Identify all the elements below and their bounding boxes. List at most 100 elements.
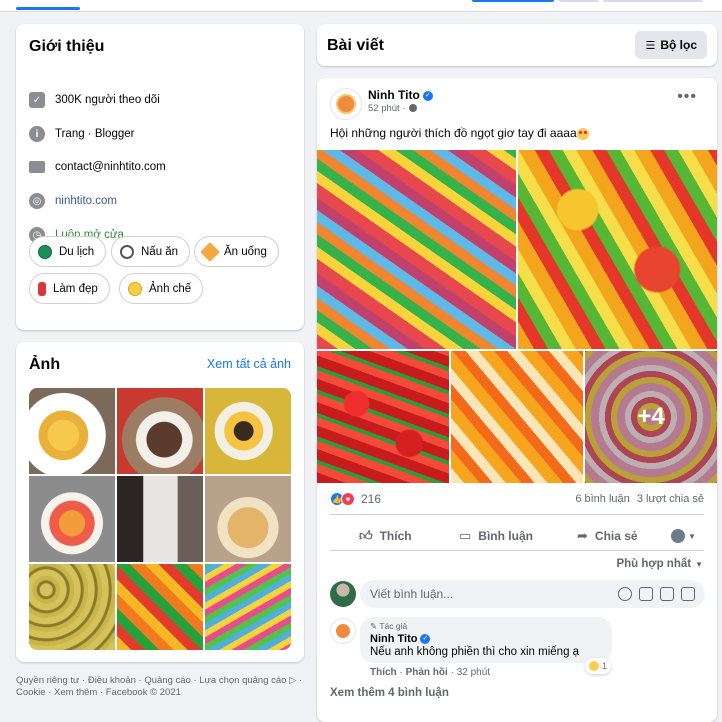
photo-thumb[interactable] bbox=[117, 388, 203, 474]
photo-thumb[interactable] bbox=[29, 476, 115, 562]
comment-reaction-count: 1 bbox=[602, 661, 608, 671]
reaction-summary[interactable]: 👍 ♥ 216 bbox=[330, 492, 381, 506]
comment-input[interactable]: Viết bình luận... bbox=[360, 580, 705, 608]
like-button[interactable]: 👍︎ Thích bbox=[359, 525, 412, 547]
author-tag-text: Tác giả bbox=[379, 621, 408, 631]
comment-author-name[interactable]: Ninh Tito bbox=[370, 633, 417, 645]
laugh-emoji-icon bbox=[128, 281, 142, 296]
comment-button[interactable]: ▭ Bình luận bbox=[459, 525, 533, 547]
post-as-selector[interactable]: ▼ bbox=[671, 525, 696, 547]
filter-button[interactable]: ☰ Bộ lọc bbox=[635, 31, 707, 59]
followers-row: ✓ 300K người theo dõi bbox=[29, 91, 160, 109]
comment-sort-dropdown[interactable]: Phù hợp nhất ▼ bbox=[616, 558, 703, 570]
mail-icon bbox=[29, 161, 45, 173]
sort-label: Phù hợp nhất bbox=[616, 558, 692, 570]
camera-icon[interactable] bbox=[639, 587, 653, 601]
primary-action-button[interactable] bbox=[472, 0, 554, 2]
active-tab-indicator bbox=[16, 7, 80, 10]
photo-thumb[interactable] bbox=[205, 388, 291, 474]
pizza-icon bbox=[200, 241, 220, 262]
divider bbox=[330, 550, 704, 551]
comment-text: Nếu anh không phiền thì cho xin miếng ạ bbox=[370, 646, 580, 658]
gif-icon[interactable] bbox=[660, 587, 674, 601]
search-icon bbox=[120, 244, 134, 259]
chip-beauty[interactable]: Làm đẹp bbox=[29, 273, 110, 304]
share-button[interactable]: ➦ Chia sẻ bbox=[577, 525, 638, 547]
photo-thumb[interactable] bbox=[29, 564, 115, 650]
photo-thumb[interactable] bbox=[205, 564, 291, 650]
website-link[interactable]: ninhtito.com bbox=[55, 195, 117, 207]
lipstick-icon bbox=[38, 281, 46, 296]
comment-actions: Thích · Phản hồi · 32 phút bbox=[370, 667, 491, 678]
category-text: Trang · Blogger bbox=[55, 128, 135, 140]
comment-tools bbox=[618, 587, 695, 601]
photo-thumb[interactable] bbox=[117, 564, 203, 650]
divider bbox=[330, 514, 704, 515]
author-name[interactable]: Ninh Tito bbox=[368, 88, 420, 102]
globe-icon: ◎ bbox=[29, 193, 45, 209]
author-tag: ✎ Tác giả bbox=[370, 621, 408, 631]
email-text[interactable]: contact@ninhtito.com bbox=[55, 161, 166, 173]
see-more-comments-link[interactable]: Xem thêm 4 bình luận bbox=[330, 687, 449, 699]
sticker-icon[interactable] bbox=[681, 587, 695, 601]
haha-reaction-icon bbox=[589, 661, 599, 671]
website-row: ◎ ninhtito.com bbox=[29, 192, 117, 210]
post-time[interactable]: 52 phút · bbox=[368, 103, 417, 114]
photo-thumb[interactable] bbox=[205, 476, 291, 562]
current-user-avatar[interactable] bbox=[330, 581, 356, 607]
comment-reply-link[interactable]: Phản hồi bbox=[406, 667, 448, 678]
share-arrow-icon: ➦ bbox=[577, 528, 588, 543]
comment-count[interactable]: 6 bình luận bbox=[575, 493, 629, 505]
chip-travel[interactable]: Du lịch bbox=[29, 236, 107, 267]
chip-memes[interactable]: Ảnh chế bbox=[119, 273, 204, 304]
travel-icon bbox=[38, 244, 52, 259]
intro-title: Giới thiệu bbox=[29, 38, 105, 55]
heart-eyes-emoji-icon bbox=[576, 127, 589, 140]
comment-time[interactable]: 32 phút bbox=[457, 667, 490, 678]
comment-author[interactable]: Ninh Tito ✓ bbox=[370, 633, 602, 645]
post-photo-gummy-bears[interactable] bbox=[518, 150, 717, 349]
post-photo-candy-corn[interactable] bbox=[451, 351, 583, 483]
chip-label: Ảnh chế bbox=[149, 282, 192, 295]
time-text[interactable]: 52 phút · bbox=[368, 103, 406, 114]
reply-author-avatar[interactable] bbox=[330, 618, 356, 644]
photo-thumb[interactable] bbox=[29, 388, 115, 474]
email-row: contact@ninhtito.com bbox=[29, 158, 166, 176]
check-icon: ✓ bbox=[29, 92, 45, 108]
emoji-icon[interactable] bbox=[618, 587, 632, 601]
footer-line[interactable]: Quyền riêng tư · Điều khoản · Quảng cáo … bbox=[16, 675, 306, 687]
post-card: Ninh Tito ✓ 52 phút · ••• Hội những người… bbox=[317, 78, 717, 722]
photo-thumb[interactable] bbox=[117, 476, 203, 562]
post-author[interactable]: Ninh Tito ✓ bbox=[368, 88, 433, 102]
posts-header-card: Bài viết ☰ Bộ lọc bbox=[317, 24, 717, 66]
more-options-icon[interactable]: ••• bbox=[677, 89, 697, 105]
chevron-down-icon: ▼ bbox=[688, 531, 696, 541]
filter-sliders-icon: ☰ bbox=[645, 39, 656, 52]
tertiary-action-button[interactable] bbox=[603, 0, 703, 2]
post-text: Hội những người thích đồ ngọt giơ tay đi… bbox=[330, 126, 589, 140]
chip-cooking[interactable]: Nấu ăn bbox=[111, 236, 191, 267]
secondary-action-button[interactable] bbox=[559, 0, 599, 2]
post-photo-lollipops[interactable]: +4 bbox=[585, 351, 717, 483]
chip-eating[interactable]: Ăn uống bbox=[194, 236, 279, 267]
post-photo-cherries[interactable] bbox=[317, 351, 449, 483]
post-photo-jelly-slices[interactable] bbox=[317, 150, 516, 349]
top-nav-bar bbox=[0, 0, 722, 12]
comment-like-link[interactable]: Thích bbox=[370, 667, 397, 678]
caret-down-icon: ▼ bbox=[695, 560, 703, 569]
comment-bubble-icon: ▭ bbox=[459, 528, 472, 543]
comment-label: Bình luận bbox=[478, 529, 533, 543]
see-all-photos-link[interactable]: Xem tất cả ảnh bbox=[207, 357, 291, 371]
footer-line[interactable]: Cookie · Xem thêm · Facebook © 2021 bbox=[16, 687, 306, 699]
reaction-count[interactable]: 216 bbox=[361, 492, 381, 506]
globe-icon bbox=[408, 104, 417, 113]
user-avatar-small bbox=[671, 529, 685, 543]
chip-label: Ăn uống bbox=[224, 245, 267, 258]
share-count[interactable]: 3 lượt chia sẻ bbox=[637, 493, 704, 505]
more-photos-overlay[interactable]: +4 bbox=[585, 351, 717, 483]
chip-label: Du lịch bbox=[59, 245, 95, 258]
love-reaction-icon: ♥ bbox=[341, 492, 355, 506]
category-row: i Trang · Blogger bbox=[29, 125, 134, 143]
page-avatar[interactable] bbox=[330, 88, 362, 120]
comment-reaction-badge[interactable]: 1 bbox=[585, 658, 612, 674]
